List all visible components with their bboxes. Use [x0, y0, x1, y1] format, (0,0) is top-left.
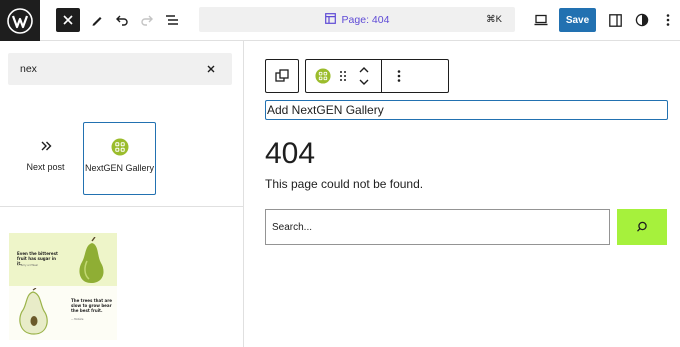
pattern-preview-pears[interactable]: Even the bitterest fruit has sugar in it… — [9, 233, 117, 340]
search-icon — [637, 221, 647, 232]
document-overview-icon[interactable] — [160, 8, 184, 32]
block-search-value[interactable]: nex — [20, 63, 37, 75]
block-item-label: Next post — [26, 162, 65, 172]
clear-search-icon[interactable] — [204, 62, 218, 76]
wordpress-logo-icon[interactable] — [0, 0, 40, 41]
pattern-quote-bottom: The trees that are slow to grow bear the… — [71, 298, 112, 313]
styles-icon[interactable] — [630, 8, 654, 32]
editor-toolbar: Page: 404 ⌘K Save — [0, 0, 680, 41]
preview-device-icon[interactable] — [529, 8, 553, 32]
pencil-tool-icon[interactable] — [85, 8, 109, 32]
nextgen-gallery-block[interactable]: Add NextGEN Gallery — [265, 100, 668, 120]
move-down-icon[interactable] — [358, 78, 370, 86]
page-heading[interactable]: 404 — [265, 137, 315, 171]
redo-icon[interactable] — [135, 8, 159, 32]
nextgen-block-type-icon[interactable] — [315, 68, 331, 84]
keyboard-shortcut: ⌘K — [486, 14, 502, 25]
pear-image-icon — [79, 237, 104, 283]
block-options-icon[interactable] — [397, 69, 401, 83]
not-found-paragraph[interactable]: This page could not be found. — [265, 177, 423, 191]
pattern-caption-top: — Terry a O'Neal — [17, 264, 38, 267]
nextgen-gallery-icon — [111, 137, 129, 157]
search-submit-button[interactable] — [617, 209, 667, 245]
panel-divider — [0, 206, 243, 207]
settings-sidebar-icon[interactable] — [603, 8, 627, 32]
search-placeholder: Search... — [272, 222, 313, 233]
block-inserter-panel: nex Next post NextGEN Gallery Even the b… — [0, 41, 244, 347]
block-search-input[interactable]: nex — [8, 53, 232, 85]
save-button[interactable]: Save — [559, 8, 596, 32]
block-item-next-post[interactable]: Next post — [9, 122, 82, 195]
transform-block-button[interactable] — [265, 59, 299, 93]
pattern-caption-bottom: — Molière — [71, 318, 84, 321]
parent-block-icon — [275, 69, 289, 82]
block-item-label: NextGEN Gallery — [84, 163, 155, 173]
page-title: Page: 404 — [341, 13, 390, 26]
page-template-icon — [324, 12, 336, 27]
block-toolbar — [305, 59, 449, 93]
close-inserter-button[interactable] — [56, 8, 80, 32]
move-up-icon[interactable] — [358, 66, 370, 74]
halved-pear-image-icon — [19, 288, 48, 335]
options-menu-icon[interactable] — [656, 8, 680, 32]
undo-icon[interactable] — [110, 8, 134, 32]
selected-block-text: Add NextGEN Gallery — [267, 103, 384, 117]
search-field[interactable]: Search... — [265, 209, 610, 245]
editor-canvas: Add NextGEN Gallery 404 This page could … — [245, 41, 680, 347]
command-palette-bar[interactable]: Page: 404 ⌘K — [199, 7, 515, 32]
drag-handle-icon[interactable] — [339, 70, 347, 82]
next-post-icon — [39, 136, 53, 156]
block-item-nextgen-gallery[interactable]: NextGEN Gallery — [83, 122, 156, 195]
